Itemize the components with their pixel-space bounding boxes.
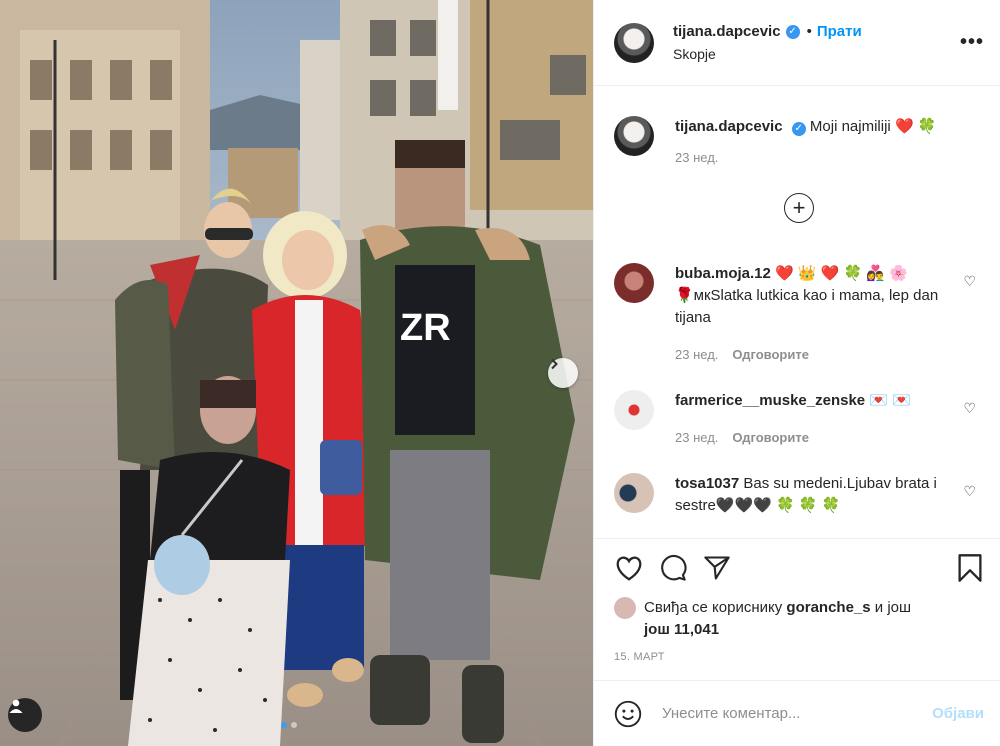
likes-middle: и још	[874, 599, 912, 616]
caption-emojis: ❤️ 🍀	[894, 118, 937, 135]
separator: •	[806, 23, 812, 40]
comment-time[interactable]: 23 нед.	[675, 430, 718, 445]
post-date[interactable]: 15. МАРТ	[614, 651, 984, 663]
post-actions: Свиђа се кориснику goranche_s и још још …	[594, 538, 1000, 663]
reply-button[interactable]: Одговорите	[732, 347, 809, 362]
chevron-right-icon	[551, 358, 558, 370]
author-avatar[interactable]	[614, 22, 654, 63]
comment-input[interactable]: Унесите коментар...	[662, 705, 932, 722]
like-button[interactable]	[614, 554, 644, 582]
load-more-row: +	[614, 193, 984, 223]
post-photo[interactable]: ZR	[0, 0, 593, 746]
likes-summary: Свиђа се кориснику goranche_s и још још …	[614, 597, 984, 641]
svg-text:ZR: ZR	[400, 307, 451, 349]
carousel-dot	[291, 722, 297, 728]
post-location[interactable]: Skopje	[673, 46, 960, 62]
share-icon	[704, 556, 730, 580]
caption: tijana.dapcevic ✓ Moji najmiliji ❤️ 🍀 23…	[614, 116, 984, 169]
comment-like-icon[interactable]: ♡	[963, 483, 976, 500]
comment-like-icon[interactable]: ♡	[963, 400, 976, 417]
post-header: tijana.dapcevic ✓ • Прати Skopje •••	[594, 0, 1000, 86]
emoji-icon[interactable]	[614, 700, 642, 728]
carousel-indicator	[281, 722, 297, 728]
comment-item: tosa1037 Bas su medeni.Ljubav brata i se…	[614, 473, 984, 517]
commenter-avatar[interactable]	[614, 473, 654, 513]
add-comment-bar: Унесите коментар... Објави	[594, 680, 1000, 746]
comment-emojis: 💌 💌	[869, 392, 911, 409]
reply-button[interactable]: Одговорите	[732, 430, 809, 445]
share-button[interactable]	[702, 554, 732, 582]
liker-avatar[interactable]	[614, 597, 636, 619]
comment-time[interactable]: 23 нед.	[675, 347, 718, 362]
verified-icon: ✓	[791, 122, 806, 136]
photo-illustration: ZR	[0, 0, 593, 746]
bookmark-icon	[958, 554, 982, 582]
user-tag-button[interactable]	[8, 698, 42, 732]
comment-item: farmerice__muske_zenske 💌 💌 23 нед. Одгов…	[614, 390, 984, 449]
carousel-dot-active	[281, 722, 287, 728]
comment-button[interactable]	[658, 554, 688, 582]
save-button[interactable]	[956, 553, 984, 583]
liker-username[interactable]: goranche_s	[786, 599, 870, 616]
comment-text: 🌹мкSlatka lutkica kao i mama, lep dan ti…	[675, 287, 939, 326]
follow-button[interactable]: Прати	[817, 23, 862, 40]
caption-time[interactable]: 23 нед.	[675, 150, 718, 165]
heart-icon	[616, 556, 642, 581]
comment-username[interactable]: farmerice__muske_zenske	[675, 392, 865, 409]
caption-avatar[interactable]	[614, 116, 654, 156]
commenter-avatar[interactable]	[614, 263, 654, 303]
likes-count[interactable]: још 11,041	[644, 621, 719, 638]
user-tag-icon	[9, 699, 23, 713]
load-more-comments-button[interactable]: +	[784, 193, 814, 223]
comment-item: buba.moja.12 ❤️ 👑 ❤️ 🍀 👩‍❤️‍👨 🌸 🌹мкSlatk…	[614, 263, 984, 366]
caption-username[interactable]: tijana.dapcevic	[675, 118, 783, 135]
next-photo-button[interactable]	[548, 358, 578, 388]
comment-username[interactable]: buba.moja.12	[675, 265, 771, 282]
comment-username[interactable]: tosa1037	[675, 475, 739, 492]
comments-list: tijana.dapcevic ✓ Moji najmiliji ❤️ 🍀 23…	[594, 86, 1000, 538]
post-sidebar: tijana.dapcevic ✓ • Прати Skopje ••• tij…	[593, 0, 1000, 746]
caption-text: Moji najmiliji	[809, 118, 891, 135]
commenter-avatar[interactable]	[614, 390, 654, 430]
more-icon[interactable]: •••	[960, 31, 984, 54]
likes-prefix: Свиђа се кориснику	[644, 599, 783, 616]
comment-like-icon[interactable]: ♡	[963, 273, 976, 290]
comment-icon	[661, 555, 687, 581]
post-comment-button[interactable]: Објави	[932, 705, 984, 722]
author-username[interactable]: tijana.dapcevic	[673, 23, 781, 40]
verified-icon: ✓	[785, 24, 800, 39]
comment-emojis: ❤️ 👑 ❤️ 🍀 👩‍❤️‍👨 🌸	[775, 265, 908, 282]
